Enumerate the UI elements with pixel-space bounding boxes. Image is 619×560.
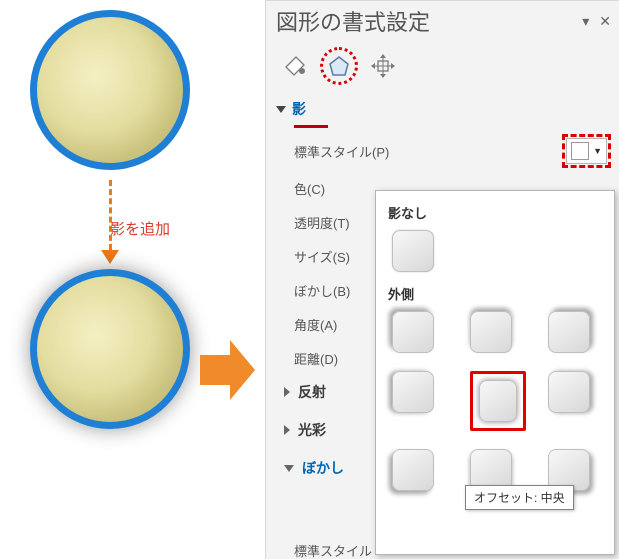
panel-title: 図形の書式設定: [276, 5, 430, 37]
tab-effects[interactable]: [320, 47, 358, 85]
shadow-option-outer-top-right[interactable]: [548, 311, 590, 353]
field-transparency-label: 透明度(T): [294, 213, 350, 232]
tab-fill-line[interactable]: [276, 47, 314, 85]
field-preset-label: 標準スタイル(P): [294, 142, 389, 161]
shape-circle-original: [30, 10, 190, 170]
tooltip: オフセット: 中央: [465, 485, 574, 510]
section-reflection-label: 反射: [298, 382, 326, 402]
tab-size-properties[interactable]: [364, 47, 402, 85]
caret-right-icon: [284, 425, 290, 435]
field-color-label: 色(C): [294, 179, 325, 198]
shadow-option-outer-right[interactable]: [548, 371, 590, 413]
section-glow-label: 光彩: [298, 420, 326, 440]
field-distance-label: 距離(D): [294, 349, 338, 368]
shadow-option-outer-bottom-left[interactable]: [392, 449, 434, 491]
group-outer-label: 外側: [388, 284, 604, 303]
panel-header: 図形の書式設定 ▾ ✕: [266, 1, 619, 39]
shadow-option-outer-top[interactable]: [470, 311, 512, 353]
section-soft-edge-label: ぼかし: [302, 458, 344, 478]
preset-swatch-icon: [571, 142, 589, 160]
task-pane-options-icon[interactable]: ▾: [582, 13, 589, 30]
shadow-option-outer-left[interactable]: [392, 371, 434, 413]
soft-edge-preset-label: 標準スタイル: [294, 541, 372, 560]
shape-circle-with-shadow: [30, 269, 190, 429]
field-blur-label: ぼかし(B): [294, 281, 350, 300]
section-shadow-title: 影: [292, 99, 306, 119]
caret-down-icon: [276, 106, 286, 113]
section-underline: [294, 125, 328, 128]
section-shadow-header[interactable]: 影: [266, 99, 619, 125]
field-angle-label: 角度(A): [294, 315, 337, 334]
preset-style-picker[interactable]: ▼: [566, 138, 607, 164]
field-preset: 標準スタイル(P) ▼: [294, 138, 607, 164]
caret-down-icon: [284, 465, 294, 472]
shadow-option-outer-center[interactable]: [479, 380, 517, 422]
shadow-option-none[interactable]: [392, 230, 434, 272]
shadow-option-highlighted: [470, 371, 526, 431]
caret-right-icon: [284, 387, 290, 397]
group-no-shadow-label: 影なし: [388, 203, 604, 222]
shadow-option-outer-top-left[interactable]: [392, 311, 434, 353]
field-size-label: サイズ(S): [294, 247, 350, 266]
panel-tabs: [266, 39, 619, 99]
outer-shadow-grid: [392, 311, 604, 491]
chevron-down-icon: ▼: [593, 146, 602, 156]
arrow-label: 影を追加: [110, 218, 170, 239]
close-icon[interactable]: ✕: [599, 13, 611, 30]
arrow-right-icon: [200, 340, 255, 400]
